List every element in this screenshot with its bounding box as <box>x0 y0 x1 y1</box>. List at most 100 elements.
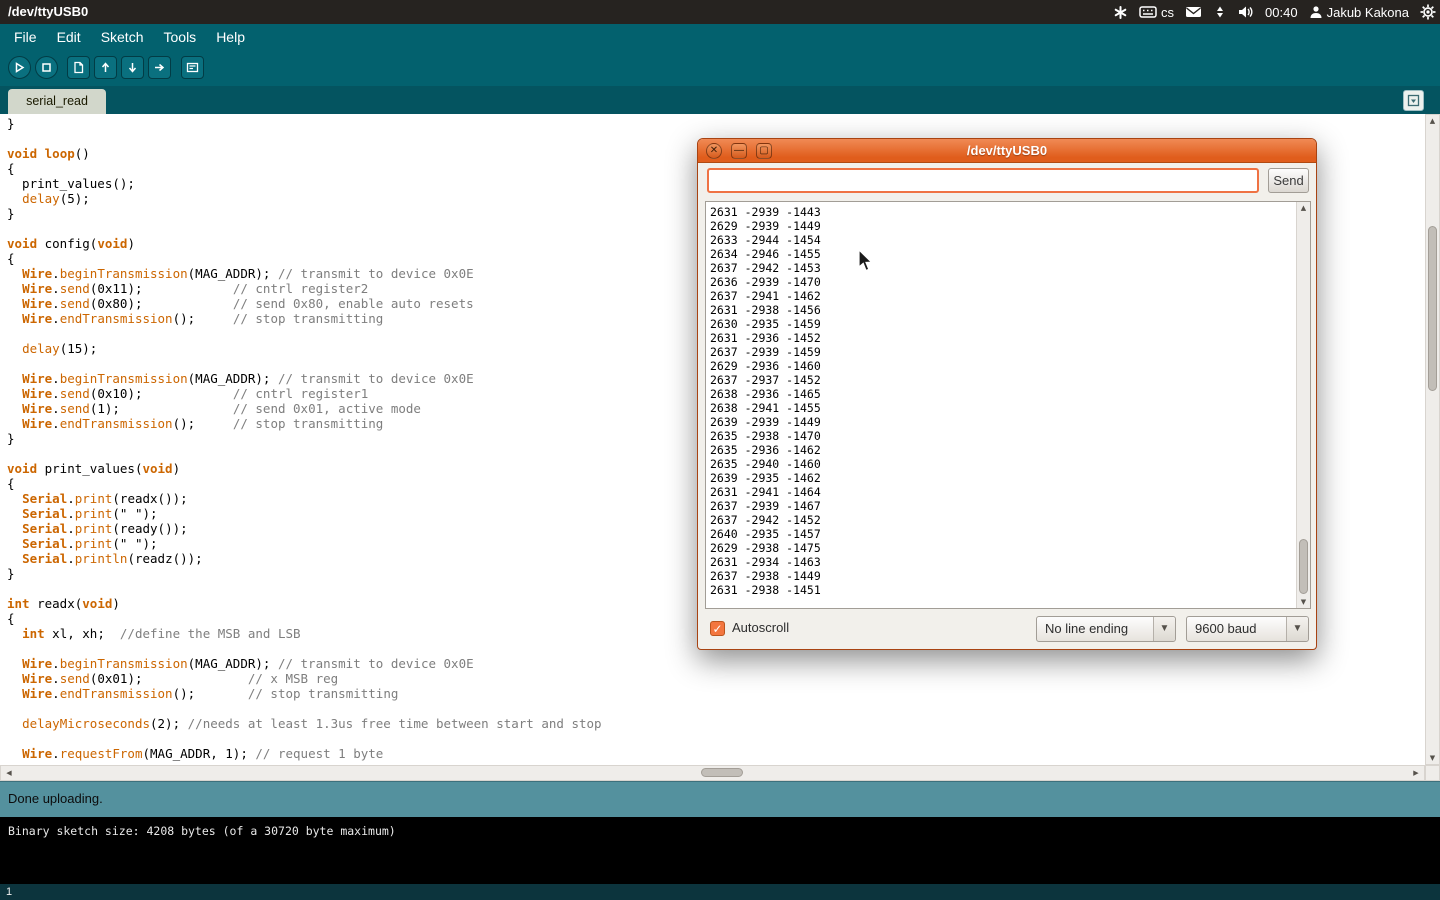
menu-bar: File Edit Sketch Tools Help <box>0 24 1440 50</box>
serial-output-line: 2639 -2935 -1462 <box>710 471 1294 485</box>
chevron-down-icon[interactable]: ▼ <box>1286 617 1308 641</box>
system-tray: cs 00:40 Jakub Kakona <box>1113 0 1436 24</box>
serial-scroll-thumb[interactable] <box>1299 539 1308 594</box>
scroll-left-arrow-icon[interactable]: ◀ <box>4 769 14 777</box>
serial-monitor-title: /dev/ttyUSB0 <box>698 139 1316 163</box>
console-output: Binary sketch size: 4208 bytes (of a 307… <box>0 817 1440 884</box>
save-sketch-button[interactable] <box>121 56 144 79</box>
menu-edit[interactable]: Edit <box>47 24 91 50</box>
editor-vertical-scrollbar[interactable]: ▲ ▼ <box>1425 114 1440 765</box>
serial-output-line: 2637 -2939 -1459 <box>710 345 1294 359</box>
serial-monitor-titlebar[interactable]: ✕ — ▢ /dev/ttyUSB0 <box>698 139 1316 163</box>
mouse-cursor <box>857 249 875 274</box>
serial-output-line: 2635 -2940 -1460 <box>710 457 1294 471</box>
autoscroll-label: Autoscroll <box>732 620 789 635</box>
serial-output-line: 2629 -2939 -1449 <box>710 219 1294 233</box>
chevron-down-icon[interactable]: ▼ <box>1153 617 1175 641</box>
serial-monitor-button[interactable] <box>181 56 204 79</box>
serial-output-line: 2631 -2939 -1443 <box>710 205 1294 219</box>
mail-icon[interactable] <box>1185 0 1202 24</box>
serial-output-line: 2637 -2942 -1453 <box>710 261 1294 275</box>
serial-output-line: 2631 -2938 -1456 <box>710 303 1294 317</box>
indicator-icon[interactable] <box>1113 0 1128 24</box>
serial-output-area[interactable]: 2631 -2939 -14432629 -2939 -14492633 -29… <box>705 201 1311 609</box>
serial-output-line: 2633 -2944 -1454 <box>710 233 1294 247</box>
serial-monitor-window: ✕ — ▢ /dev/ttyUSB0 Send 2631 -2939 -1443… <box>697 138 1317 650</box>
tab-menu-button[interactable] <box>1403 90 1424 111</box>
console-line: Binary sketch size: 4208 bytes (of a 307… <box>8 824 1440 838</box>
serial-output-line: 2637 -2942 -1452 <box>710 513 1294 527</box>
code-line <box>7 701 1425 716</box>
clock[interactable]: 00:40 <box>1265 0 1298 24</box>
serial-output-line: 2631 -2941 -1464 <box>710 485 1294 499</box>
scroll-up-arrow-icon[interactable]: ▲ <box>1426 117 1439 125</box>
serial-send-input[interactable] <box>707 168 1259 193</box>
editor-vscroll-thumb[interactable] <box>1428 226 1437 391</box>
serial-output-line: 2637 -2937 -1452 <box>710 373 1294 387</box>
tab-bar: serial_read <box>0 86 1440 114</box>
serial-output-line: 2629 -2936 -1460 <box>710 359 1294 373</box>
code-line: Wire.endTransmission(); // stop transmit… <box>7 686 1425 701</box>
line-status-bar: 1 <box>0 884 1440 900</box>
serial-output-line: 2636 -2939 -1470 <box>710 275 1294 289</box>
line-number-indicator: 1 <box>6 886 12 898</box>
serial-output-lines: 2631 -2939 -14432629 -2939 -14492633 -29… <box>706 202 1294 608</box>
baud-rate-value: 9600 baud <box>1195 617 1256 641</box>
tab-serial-read[interactable]: serial_read <box>8 89 106 114</box>
serial-output-line: 2631 -2936 -1452 <box>710 331 1294 345</box>
volume-icon[interactable] <box>1238 0 1254 24</box>
serial-output-line: 2638 -2936 -1465 <box>710 387 1294 401</box>
serial-output-line: 2637 -2939 -1467 <box>710 499 1294 513</box>
serial-output-scrollbar[interactable]: ▲ ▼ <box>1296 202 1310 608</box>
serial-output-line: 2637 -2941 -1462 <box>710 289 1294 303</box>
serial-output-line: 2635 -2936 -1462 <box>710 443 1294 457</box>
updown-arrows-icon[interactable] <box>1213 0 1227 24</box>
top-panel: /dev/ttyUSB0 cs 00:40 Jakub Kakona <box>0 0 1440 24</box>
open-sketch-button[interactable] <box>94 56 117 79</box>
menu-sketch[interactable]: Sketch <box>91 24 154 50</box>
code-line: Wire.beginTransmission(MAG_ADDR); // tra… <box>7 656 1425 671</box>
serial-output-line: 2640 -2935 -1457 <box>710 527 1294 541</box>
code-line: Wire.send(0x01); // x MSB reg <box>7 671 1425 686</box>
line-ending-dropdown[interactable]: No line ending ▼ <box>1036 616 1176 642</box>
user-name: Jakub Kakona <box>1327 5 1409 20</box>
baud-rate-dropdown[interactable]: 9600 baud ▼ <box>1186 616 1309 642</box>
toolbar <box>0 50 1440 86</box>
serial-output-line: 2629 -2938 -1475 <box>710 541 1294 555</box>
user-menu[interactable]: Jakub Kakona <box>1309 0 1409 24</box>
serial-output-line: 2630 -2935 -1459 <box>710 317 1294 331</box>
menu-tools[interactable]: Tools <box>154 24 207 50</box>
serial-output-line: 2638 -2941 -1455 <box>710 401 1294 415</box>
serial-output-line: 2637 -2938 -1449 <box>710 569 1294 583</box>
serial-output-line: 2631 -2938 -1451 <box>710 583 1294 597</box>
new-sketch-button[interactable] <box>67 56 90 79</box>
status-strip: Done uploading. <box>0 781 1440 817</box>
serial-scroll-down-icon[interactable]: ▼ <box>1297 598 1310 606</box>
upload-button[interactable] <box>148 56 171 79</box>
screen: /dev/ttyUSB0 cs 00:40 Jakub Kakona <box>0 0 1440 900</box>
editor-horizontal-scrollbar[interactable]: ◀ ▶ <box>0 765 1425 781</box>
scroll-right-arrow-icon[interactable]: ▶ <box>1411 769 1421 777</box>
line-ending-value: No line ending <box>1045 617 1128 641</box>
menu-help[interactable]: Help <box>206 24 255 50</box>
autoscroll-checkbox[interactable]: ✓ <box>710 621 725 636</box>
verify-button[interactable] <box>8 56 31 79</box>
code-line: Wire.requestFrom(MAG_ADDR, 1); // reques… <box>7 746 1425 761</box>
menu-file[interactable]: File <box>4 24 47 50</box>
code-line <box>7 731 1425 746</box>
serial-output-line: 2639 -2939 -1449 <box>710 415 1294 429</box>
stop-button[interactable] <box>35 56 58 79</box>
scrollbar-corner <box>1425 765 1440 781</box>
serial-output-line: 2631 -2934 -1463 <box>710 555 1294 569</box>
gear-icon[interactable] <box>1420 0 1436 24</box>
editor-hscroll-thumb[interactable] <box>701 768 743 777</box>
window-title: /dev/ttyUSB0 <box>8 0 88 24</box>
code-line: delayMicroseconds(2); //needs at least 1… <box>7 716 1425 731</box>
serial-output-line: 2634 -2946 -1455 <box>710 247 1294 261</box>
send-button[interactable]: Send <box>1268 168 1309 193</box>
keyboard-layout-indicator[interactable]: cs <box>1139 0 1174 24</box>
code-line: } <box>7 116 1425 131</box>
scroll-down-arrow-icon[interactable]: ▼ <box>1426 754 1439 762</box>
serial-scroll-up-icon[interactable]: ▲ <box>1297 204 1310 212</box>
keyboard-layout-code: cs <box>1161 5 1174 20</box>
